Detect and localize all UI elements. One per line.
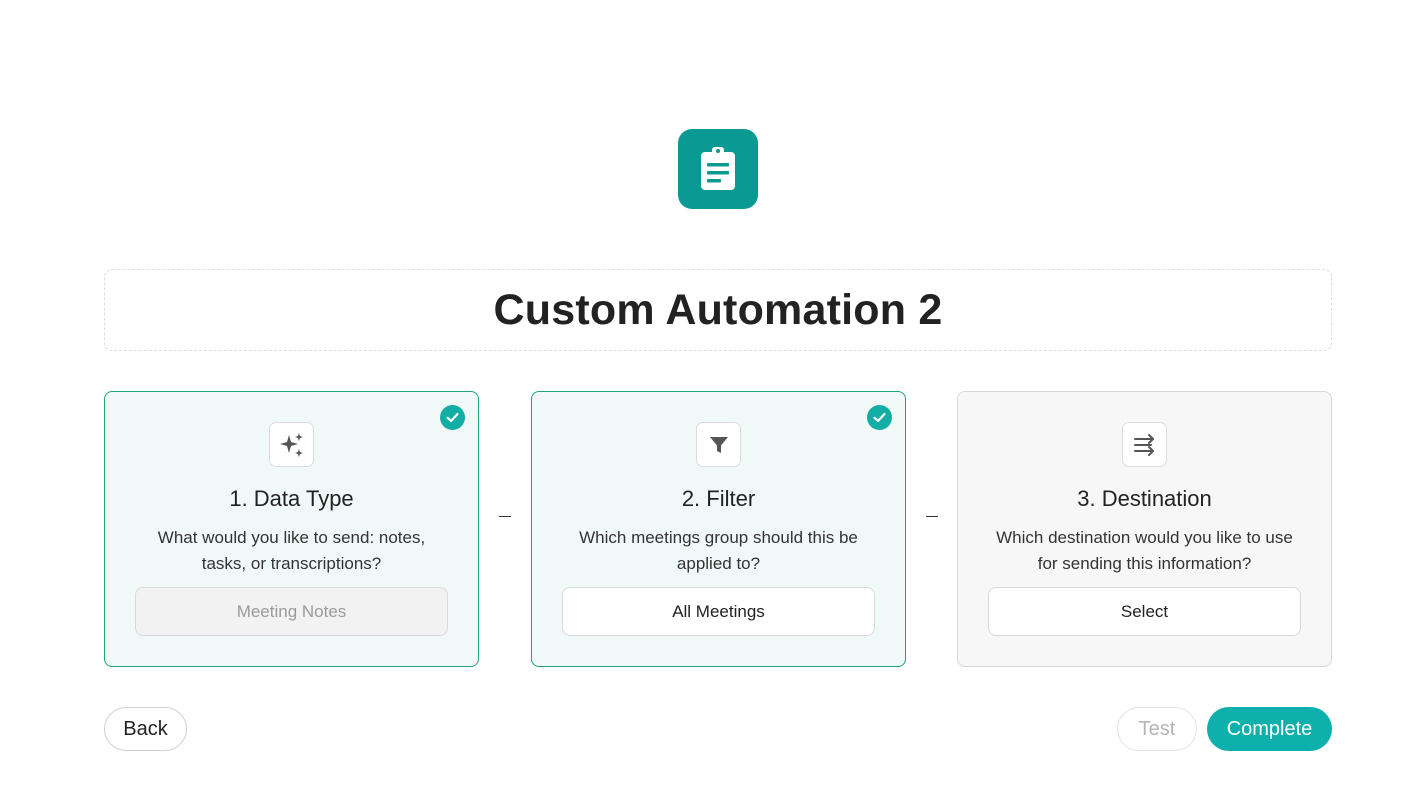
step-description: What would you like to send: notes, task… [157, 528, 426, 573]
step-card-filter[interactable]: 2. Filter Which meetings group should th… [531, 391, 906, 667]
step-description: Which meetings group should this be appl… [579, 528, 858, 573]
check-icon [867, 405, 892, 430]
page-title: Custom Automation 2 [493, 285, 943, 334]
step-title: 2. Filter [681, 486, 756, 511]
filter-select[interactable]: All Meetings [562, 587, 875, 636]
step-card-destination[interactable]: 3. Destination Which destination would y… [957, 391, 1332, 667]
test-button[interactable]: Test [1117, 707, 1197, 751]
step-title: 3. Destination [1077, 486, 1212, 511]
destination-select[interactable]: Select [988, 587, 1301, 636]
clipboard-icon [701, 147, 735, 190]
check-icon [440, 405, 465, 430]
back-button[interactable]: Back [104, 707, 187, 751]
automation-title-field[interactable]: Custom Automation 2 [104, 269, 1332, 351]
step-card-data-type[interactable]: 1. Data Type What would you like to send… [104, 391, 479, 667]
step-description: Which destination would you like to use … [996, 528, 1293, 573]
step-connector [499, 516, 511, 517]
complete-button[interactable]: Complete [1207, 707, 1332, 751]
step-title: 1. Data Type [229, 486, 354, 511]
filter-icon [696, 422, 741, 467]
automation-app-icon [678, 129, 758, 209]
arrows-flow-icon [1122, 422, 1167, 467]
sparkles-icon [269, 422, 314, 467]
step-connector [926, 516, 938, 517]
data-type-select[interactable]: Meeting Notes [135, 587, 448, 636]
